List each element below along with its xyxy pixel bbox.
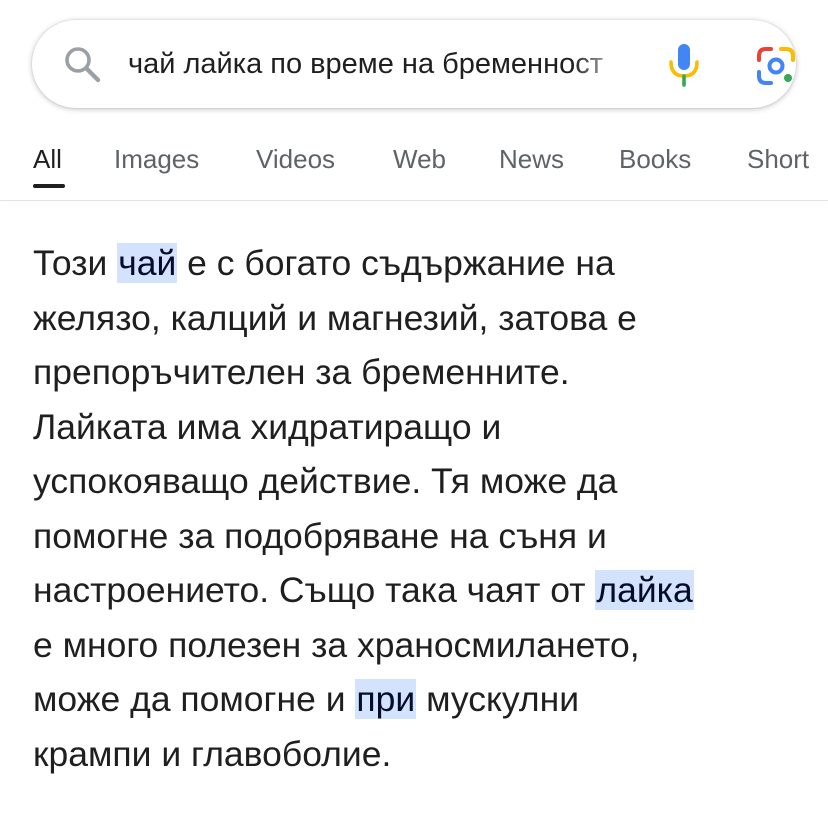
snippet-text: мускулни — [416, 679, 580, 719]
snippet-highlight: чай — [117, 243, 178, 283]
snippet-highlight: лайка — [595, 570, 694, 610]
tab-short[interactable]: Short — [747, 144, 809, 175]
snippet-line: е много полезен за храносмилането, — [33, 624, 640, 665]
google-lens-icon[interactable] — [754, 44, 798, 88]
snippet-text: Този — [33, 243, 118, 283]
tab-all[interactable]: All — [33, 144, 62, 175]
tab-videos[interactable]: Videos — [256, 144, 335, 175]
snippet-line: крампи и главоболие. — [33, 733, 392, 774]
snippet-line: Този чай е с богато съдържание на — [33, 236, 803, 291]
tab-news[interactable]: News — [499, 144, 564, 175]
snippet-text: е с богато съдържание на — [177, 243, 615, 283]
snippet-line: препоръчителен за бременните. — [33, 352, 570, 392]
active-tab-indicator — [33, 184, 65, 188]
snippet-line: желязо, калций и магнезий, затова е — [33, 297, 637, 338]
snippet-text: настроението. Също така чаят от — [33, 570, 596, 610]
snippet-line: може да помогне и при мускулни — [33, 672, 803, 727]
snippet-line: помогне за подобряване на съня и — [33, 515, 607, 556]
tab-books[interactable]: Books — [619, 144, 691, 175]
tab-images[interactable]: Images — [114, 144, 199, 175]
snippet-line: настроението. Също така чаят от лайка — [33, 563, 803, 618]
snippet-highlight: при — [355, 679, 417, 719]
search-tabs: All Images Videos Web News Books Short — [0, 126, 828, 200]
snippet-line: Лайката има хидратиращо и — [33, 406, 502, 447]
tabs-divider — [0, 200, 828, 201]
search-icon — [65, 47, 101, 83]
snippet-text: може да помогне и — [33, 679, 356, 719]
featured-snippet: Този чай е с богато съдържание на желязо… — [33, 236, 803, 781]
microphone-icon[interactable] — [664, 42, 704, 88]
search-input[interactable] — [128, 40, 636, 88]
tab-web[interactable]: Web — [393, 144, 446, 175]
search-bar[interactable] — [32, 20, 796, 108]
snippet-line: успокояващо действие. Тя може да — [33, 461, 618, 501]
